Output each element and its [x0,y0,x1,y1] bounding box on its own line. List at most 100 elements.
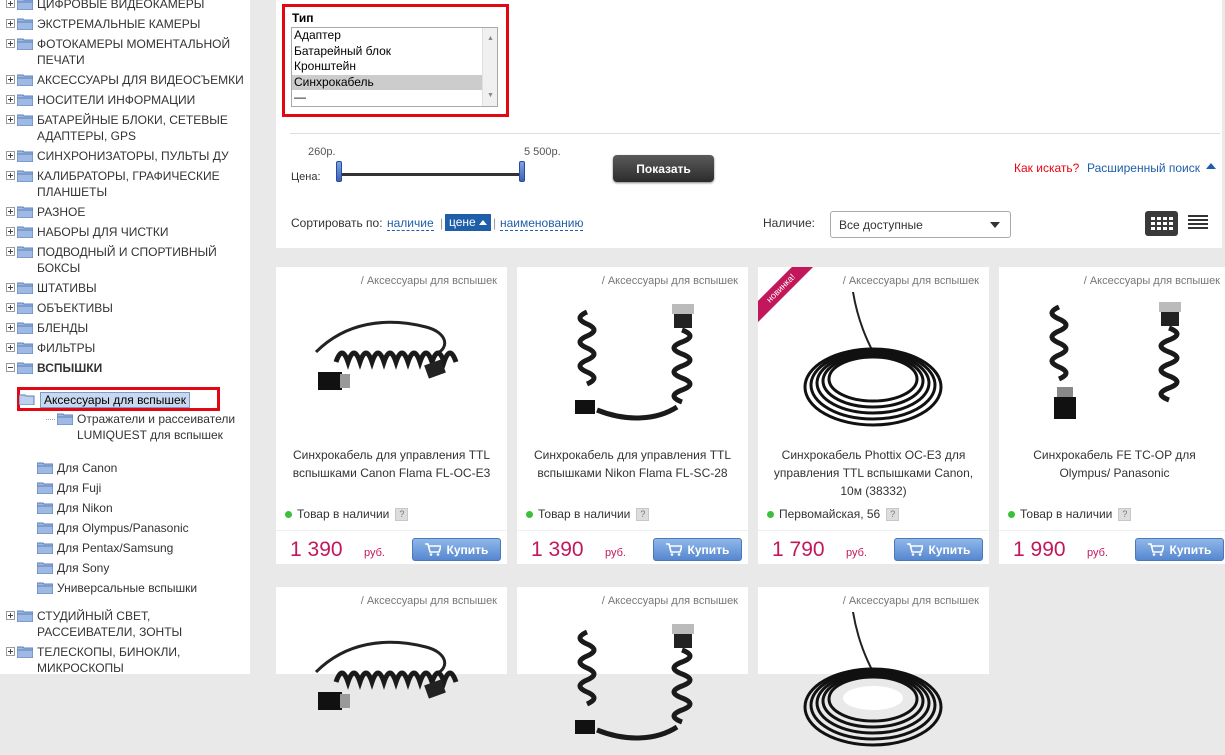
buy-button[interactable]: Купить [412,538,501,561]
expand-icon[interactable] [6,611,15,620]
expand-icon[interactable] [6,0,15,8]
sidebar-item-label[interactable]: ВСПЫШКИ [37,360,102,376]
sidebar-item[interactable]: СИНХРОНИЗАТОРЫ, ПУЛЬТЫ ДУ [6,148,229,164]
sidebar-item-label[interactable]: ФИЛЬТРЫ [37,340,95,356]
sidebar-item-label[interactable]: ЭКСТРЕМАЛЬНЫЕ КАМЕРЫ [37,16,200,32]
sidebar-item[interactable]: ТЕЛЕСКОПЫ, БИНОКЛИ, МИКРОСКОПЫ [6,644,180,674]
sidebar-item-label[interactable]: ЦИФРОВЫЕ ВИДЕОКАМЕРЫ [37,0,204,12]
product-title-link[interactable]: Синхрокабель для управления TTL вспышкам… [284,446,499,482]
expand-icon[interactable] [6,75,15,84]
help-icon[interactable]: ? [395,507,409,521]
sidebar-child-label[interactable]: Для Olympus/Panasonic [57,520,189,536]
product-card[interactable]: / Аксессуары для вспышек [758,587,989,747]
sidebar-child-label[interactable]: Для Sony [57,560,109,576]
product-image[interactable] [517,612,748,752]
sidebar-item[interactable]: ШТАТИВЫ [6,280,97,296]
type-listbox[interactable]: Адаптер Батарейный блок Кронштейн Синхро… [291,27,498,107]
sidebar-child-item[interactable]: Для Sony [37,560,109,576]
expand-icon[interactable] [6,283,15,292]
scroll-up-icon[interactable]: ▲ [487,31,494,46]
product-card[interactable]: / Аксессуары для вспышек Синхрокабель FE … [999,267,1225,564]
sidebar-item-label[interactable]: ШТАТИВЫ [37,280,97,296]
list-view-icon[interactable] [1188,215,1208,231]
product-title-link[interactable]: Синхрокабель FE TC-OP для Olympus/ Panas… [1007,446,1222,482]
sidebar-item[interactable]: АКСЕССУАРЫ ДЛЯ ВИДЕОСЪЕМКИ [6,72,244,88]
sidebar-item[interactable]: ЦИФРОВЫЕ ВИДЕОКАМЕРЫ [6,0,204,12]
expand-icon[interactable] [6,247,15,256]
type-list-scrollbar[interactable]: ▲ ▼ [482,28,497,106]
sidebar-item[interactable]: БЛЕНДЫ [6,320,88,336]
sidebar-item[interactable]: НОСИТЕЛИ ИНФОРМАЦИИ [6,92,195,108]
product-image[interactable] [276,612,507,752]
sidebar-item-label[interactable]: ТЕЛЕСКОПЫ, БИНОКЛИ, МИКРОСКОПЫ [37,644,180,674]
collapse-icon[interactable] [6,363,15,372]
sidebar-child-label[interactable]: Для Pentax/Samsung [57,540,173,556]
sidebar-child-label[interactable]: Для Canon [57,460,117,476]
sidebar-item[interactable]: ОБЪЕКТИВЫ [6,300,113,316]
scroll-down-icon[interactable]: ▼ [487,88,494,103]
expand-icon[interactable] [6,323,15,332]
sidebar-item[interactable]: СТУДИЙНЫЙ СВЕТ, РАССЕИВАТЕЛИ, ЗОНТЫ [6,608,182,640]
sidebar-subitem-label[interactable]: Отражатели и рассеиватели LUMIQUEST для в… [77,411,235,443]
sidebar-item-label[interactable]: БЛЕНДЫ [37,320,88,336]
expand-icon[interactable] [6,303,15,312]
sort-by-price-active[interactable]: цене [445,214,491,231]
sidebar-item[interactable]: ЭКСТРЕМАЛЬНЫЕ КАМЕРЫ [6,16,200,32]
product-category-link[interactable]: / Аксессуары для вспышек [602,275,738,287]
product-category-link[interactable]: / Аксессуары для вспышек [1084,275,1220,287]
sidebar-item-label[interactable]: НОСИТЕЛИ ИНФОРМАЦИИ [37,92,195,108]
availability-select[interactable]: Все доступные [830,211,1011,238]
product-image[interactable] [276,292,507,432]
show-button[interactable]: Показать [613,155,714,182]
price-slider-min-handle[interactable] [336,161,342,182]
sidebar-subitem[interactable]: Отражатели и рассеиватели LUMIQUEST для в… [46,411,235,443]
sidebar-child-item[interactable]: Для Olympus/Panasonic [37,520,189,536]
sidebar-item-label[interactable]: БАТАРЕЙНЫЕ БЛОКИ, СЕТЕВЫЕ АДАПТЕРЫ, GPS [37,112,228,144]
sidebar-item[interactable]: ФИЛЬТРЫ [6,340,95,356]
sidebar-item-label[interactable]: ОБЪЕКТИВЫ [37,300,113,316]
grid-view-icon[interactable] [1145,211,1178,236]
type-option[interactable]: Адаптер [292,28,497,44]
sidebar-item[interactable]: РАЗНОЕ [6,204,85,220]
sidebar-item-label[interactable]: РАЗНОЕ [37,204,85,220]
product-image[interactable] [999,292,1225,432]
type-option[interactable]: Батарейный блок [292,44,497,60]
how-to-search-link[interactable]: Как искать? [1014,161,1079,175]
product-card[interactable]: / Аксессуары для вспышек Синхрокабель для… [276,267,507,564]
product-card[interactable]: / Аксессуары для вспышек [517,587,748,741]
buy-button[interactable]: Купить [1135,538,1224,561]
sidebar-child-item[interactable]: Для Nikon [37,500,113,516]
expand-icon[interactable] [6,343,15,352]
sidebar-item[interactable]: НАБОРЫ ДЛЯ ЧИСТКИ [6,224,169,240]
product-card[interactable]: / Аксессуары для вспышек Синхрокабель для… [517,267,748,564]
product-image[interactable] [758,291,989,432]
product-card[interactable]: / Аксессуары для вспышек [276,587,507,710]
expand-icon[interactable] [6,151,15,160]
sidebar-child-item[interactable]: Универсальные вспышки [37,580,197,596]
product-card[interactable]: новинка! / Аксессуары для вспышек Синхрока… [758,267,989,564]
product-category-link[interactable]: / Аксессуары для вспышек [602,595,738,607]
price-slider-max-handle[interactable] [519,161,525,182]
sidebar-child-item[interactable]: Для Canon [37,460,117,476]
buy-button[interactable]: Купить [894,538,983,561]
product-title-link[interactable]: Синхрокабель Phottix OC-E3 для управлени… [766,446,981,500]
sidebar-item-label[interactable]: СТУДИЙНЫЙ СВЕТ, РАССЕИВАТЕЛИ, ЗОНТЫ [37,608,182,640]
sidebar-child-item[interactable]: Для Fuji [37,480,101,496]
expand-icon[interactable] [6,95,15,104]
product-category-link[interactable]: / Аксессуары для вспышек [361,595,497,607]
sidebar-item[interactable]: ВСПЫШКИ [6,360,102,376]
sort-by-name[interactable]: наименованию [500,216,584,231]
product-category-link[interactable]: / Аксессуары для вспышек [843,275,979,287]
product-image[interactable] [517,292,748,432]
type-option[interactable]: Кронштейн [292,59,497,75]
sidebar-item-label[interactable]: АКСЕССУАРЫ ДЛЯ ВИДЕОСЪЕМКИ [37,72,244,88]
sidebar-item-label[interactable]: НАБОРЫ ДЛЯ ЧИСТКИ [37,224,169,240]
expand-icon[interactable] [6,171,15,180]
sidebar-item-label[interactable]: СИНХРОНИЗАТОРЫ, ПУЛЬТЫ ДУ [37,148,229,164]
help-icon[interactable]: ? [886,507,900,521]
sidebar-item[interactable]: БАТАРЕЙНЫЕ БЛОКИ, СЕТЕВЫЕ АДАПТЕРЫ, GPS [6,112,228,144]
product-category-link[interactable]: / Аксессуары для вспышек [843,595,979,607]
buy-button[interactable]: Купить [653,538,742,561]
active-category-label[interactable]: Аксессуары для вспышек [40,392,190,408]
sidebar-item-label[interactable]: ФОТОКАМЕРЫ МОМЕНТАЛЬНОЙ ПЕЧАТИ [37,36,230,68]
